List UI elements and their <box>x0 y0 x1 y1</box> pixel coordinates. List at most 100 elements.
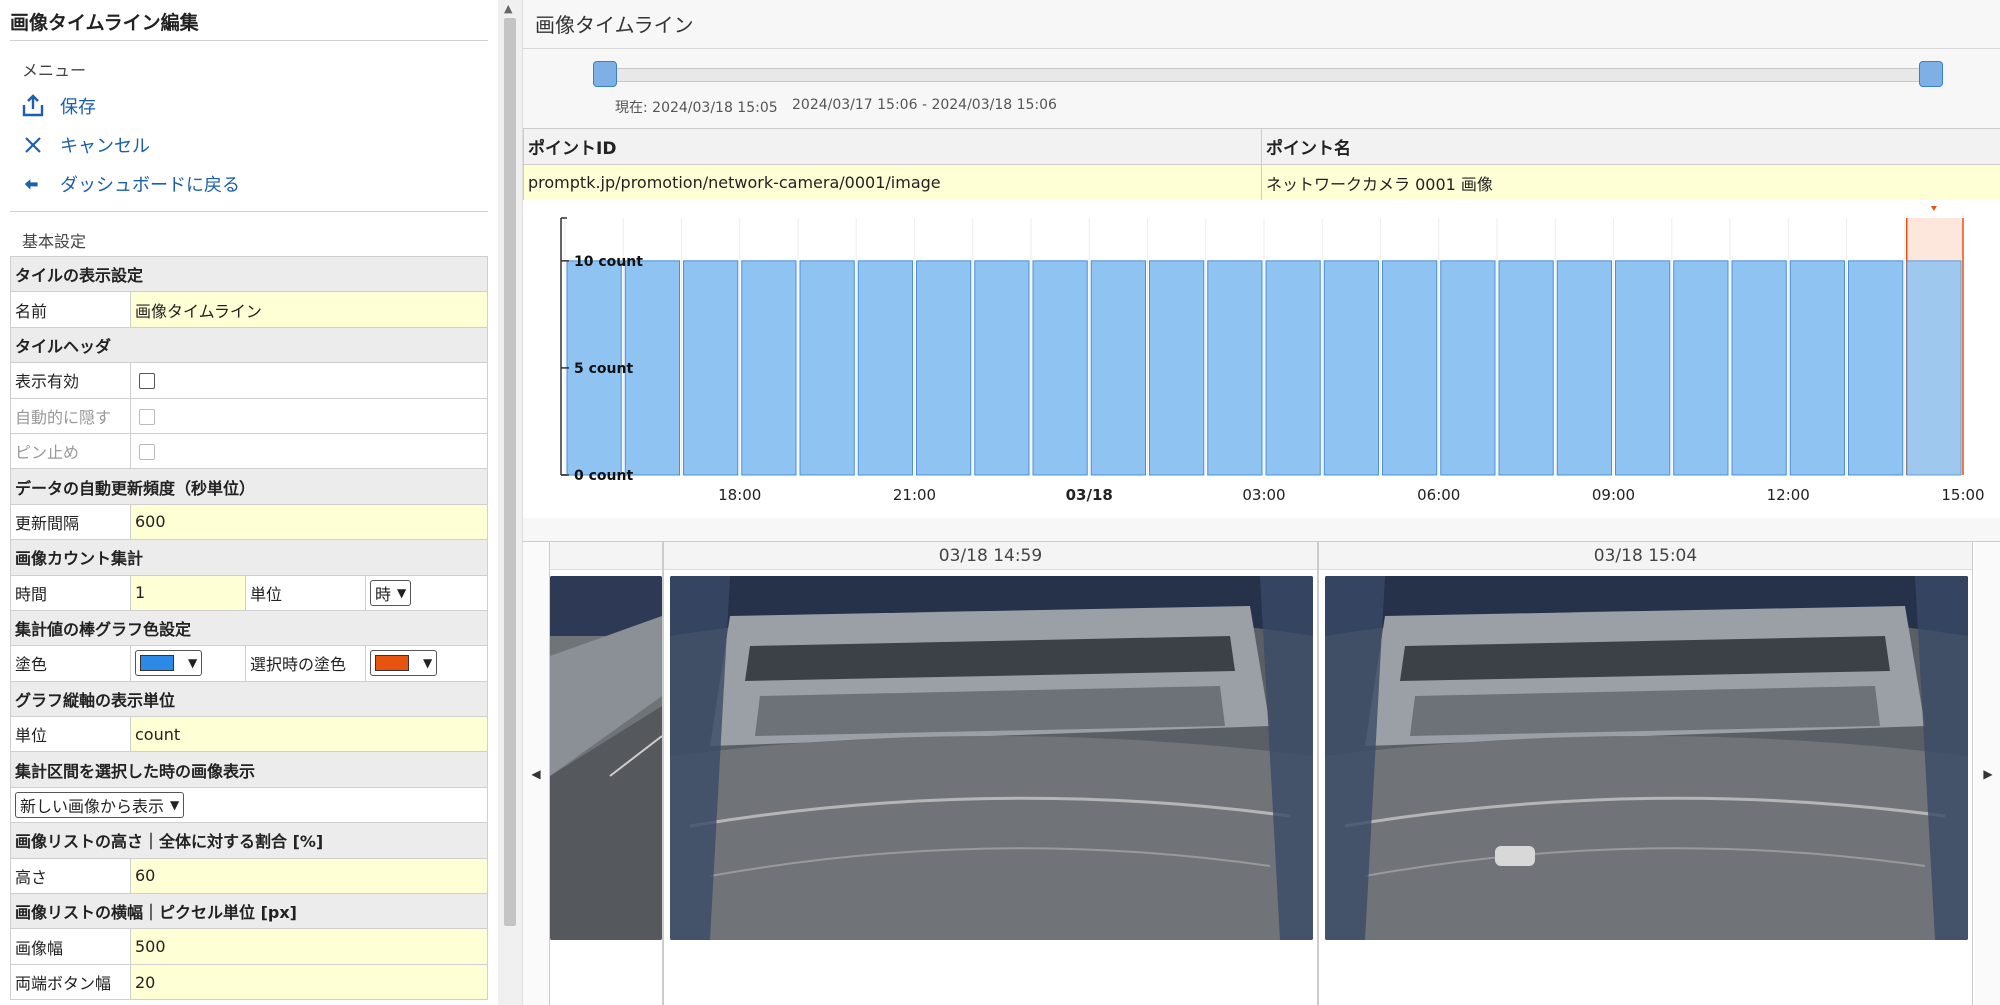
bar <box>916 260 972 476</box>
panel-scrollbar[interactable]: ▲ <box>498 0 522 1005</box>
divider <box>10 40 488 41</box>
cancel-button[interactable]: キャンセル <box>20 129 150 161</box>
pin-label: ピン止め <box>10 432 131 470</box>
basic-settings-label: 基本設定 <box>22 232 87 251</box>
scroll-up-icon[interactable]: ▲ <box>504 2 512 15</box>
axis-unit-field[interactable]: count <box>130 716 488 753</box>
bar <box>683 260 739 476</box>
image-width-label: 画像幅 <box>10 928 131 965</box>
x-tick-label: 12:00 <box>1767 486 1810 504</box>
bar <box>1207 260 1263 476</box>
image-column[interactable]: 03/18 14:59 <box>663 542 1318 1005</box>
camera-image[interactable] <box>670 576 1313 940</box>
refresh-header: データの自動更新頻度（秒単位） <box>10 468 488 505</box>
name-field[interactable]: 画像タイムライン <box>130 291 488 328</box>
x-tick-label: 03:00 <box>1242 486 1285 504</box>
slider-start-handle[interactable] <box>593 61 617 87</box>
chevron-down-icon: ▼ <box>170 798 180 813</box>
bar <box>1090 260 1146 476</box>
edge-button-width-field[interactable]: 20 <box>130 963 488 1001</box>
x-tick-label: 03/18 <box>1066 486 1113 504</box>
selected-fill-label: 選択時の塗色 <box>245 645 366 682</box>
image-time-label: 03/18 15:04 <box>1319 542 1972 570</box>
x-tick-label: 09:00 <box>1592 486 1635 504</box>
bar <box>1906 260 1962 476</box>
fill-color-picker[interactable]: ▼ <box>135 650 203 677</box>
back-to-dashboard-button[interactable]: ダッシュボードに戻る <box>20 168 240 200</box>
back-label: ダッシュボードに戻る <box>60 175 240 196</box>
selected-fill-color-picker[interactable]: ▼ <box>370 650 438 677</box>
image-order-value: 新しい画像から表示 <box>20 797 165 817</box>
save-button[interactable]: 保存 <box>20 90 96 122</box>
back-arrow-icon <box>20 172 46 196</box>
settings-panel: 画像タイムライン編集 メニュー 保存 キャンセル ダッシュボードに戻る 基本設定… <box>0 0 498 1005</box>
fill-label: 塗色 <box>10 645 131 682</box>
slider-end-handle[interactable] <box>1919 61 1943 87</box>
y-tick-label: 10 count <box>574 254 643 270</box>
scrollbar-thumb[interactable] <box>504 18 516 926</box>
y-tick-label: 0 count <box>574 468 633 484</box>
bar <box>1848 260 1904 476</box>
bar <box>1265 260 1321 476</box>
unit-select-value: 時 <box>375 584 392 604</box>
point-name-header: ポイント名 <box>1261 128 2000 165</box>
bar <box>1149 260 1205 476</box>
bar-chart-svg: 0 count 5 count 10 count 18:00 21:00 03/18 03:… <box>560 206 1985 504</box>
bar <box>1731 260 1787 476</box>
tile-title: 画像タイムライン <box>535 13 694 37</box>
slider-range-text: 2024/03/17 15:06 - 2024/03/18 15:06 <box>792 97 1057 113</box>
image-width-field[interactable]: 500 <box>130 928 488 965</box>
bar <box>1615 260 1671 476</box>
settings-table: タイルの表示設定 名前 画像タイムライン タイルヘッダ 表示有効 自動的に隠す … <box>10 255 488 1001</box>
auto-hide-checkbox[interactable] <box>139 408 155 425</box>
next-images-button[interactable]: ▶ <box>1975 542 2000 1005</box>
bar <box>1789 260 1845 476</box>
cancel-label: キャンセル <box>60 136 150 157</box>
pin-checkbox[interactable] <box>139 444 155 461</box>
tile-display-header: タイルの表示設定 <box>10 255 488 293</box>
bar-color-header: 集計値の棒グラフ色設定 <box>10 609 488 647</box>
bar <box>1032 260 1088 476</box>
chevron-down-icon: ▼ <box>423 656 433 671</box>
selected-marker <box>1930 206 1937 211</box>
bar <box>1440 260 1496 476</box>
image-time-label: 03/18 14:59 <box>664 542 1317 570</box>
height-field[interactable]: 60 <box>130 857 488 895</box>
chevron-right-icon: ▶ <box>1983 767 1993 781</box>
prev-images-button[interactable]: ◀ <box>523 542 549 1005</box>
camera-image[interactable] <box>550 576 662 940</box>
list-width-header: 画像リストの横幅｜ピクセル単位 [px] <box>10 893 488 930</box>
count-header: 画像カウント集計 <box>10 539 488 576</box>
divider <box>10 211 488 212</box>
panel-title: 画像タイムライン編集 <box>10 12 199 34</box>
show-enabled-checkbox[interactable] <box>139 373 155 390</box>
y-tick-label: 5 count <box>574 361 633 377</box>
tile-header-header: タイルヘッダ <box>10 326 488 364</box>
unit-label: 単位 <box>245 574 366 611</box>
image-column[interactable]: 03/18 15:04 <box>1318 542 1973 1005</box>
bar <box>1323 260 1379 476</box>
point-id-cell[interactable]: promptk.jp/promotion/network-camera/0001… <box>523 164 1262 201</box>
time-range-slider[interactable] <box>605 68 1931 82</box>
unit-select[interactable]: 時 ▼ <box>370 579 412 606</box>
list-height-header: 画像リストの高さ｜全体に対する割合 [%] <box>10 822 488 859</box>
slider-current-time: 現在: 2024/03/18 15:05 <box>615 100 778 116</box>
point-id-header: ポイントID <box>523 128 1262 165</box>
time-field[interactable]: 1 <box>130 574 246 611</box>
bar <box>799 260 855 476</box>
preview-panel: 画像タイムライン 現在: 2024/03/18 15:05 2024/03/17… <box>522 0 2000 1005</box>
x-tick-label: 06:00 <box>1417 486 1460 504</box>
point-name-cell[interactable]: ネットワークカメラ 0001 画像 <box>1261 164 2000 201</box>
height-label: 高さ <box>10 857 131 895</box>
bar <box>624 260 680 476</box>
image-time-label <box>550 542 662 570</box>
selected-fill-color-swatch <box>375 655 409 672</box>
x-tick-label: 21:00 <box>893 486 936 504</box>
points-table: ポイントID ポイント名 promptk.jp/promotion/networ… <box>523 128 2000 201</box>
camera-image[interactable] <box>1325 576 1968 940</box>
axis-unit-header: グラフ縦軸の表示単位 <box>10 680 488 718</box>
image-column-partial[interactable] <box>549 542 663 1005</box>
save-label: 保存 <box>60 97 96 118</box>
refresh-interval-field[interactable]: 600 <box>130 503 488 541</box>
image-order-select[interactable]: 新しい画像から表示 ▼ <box>15 792 185 819</box>
